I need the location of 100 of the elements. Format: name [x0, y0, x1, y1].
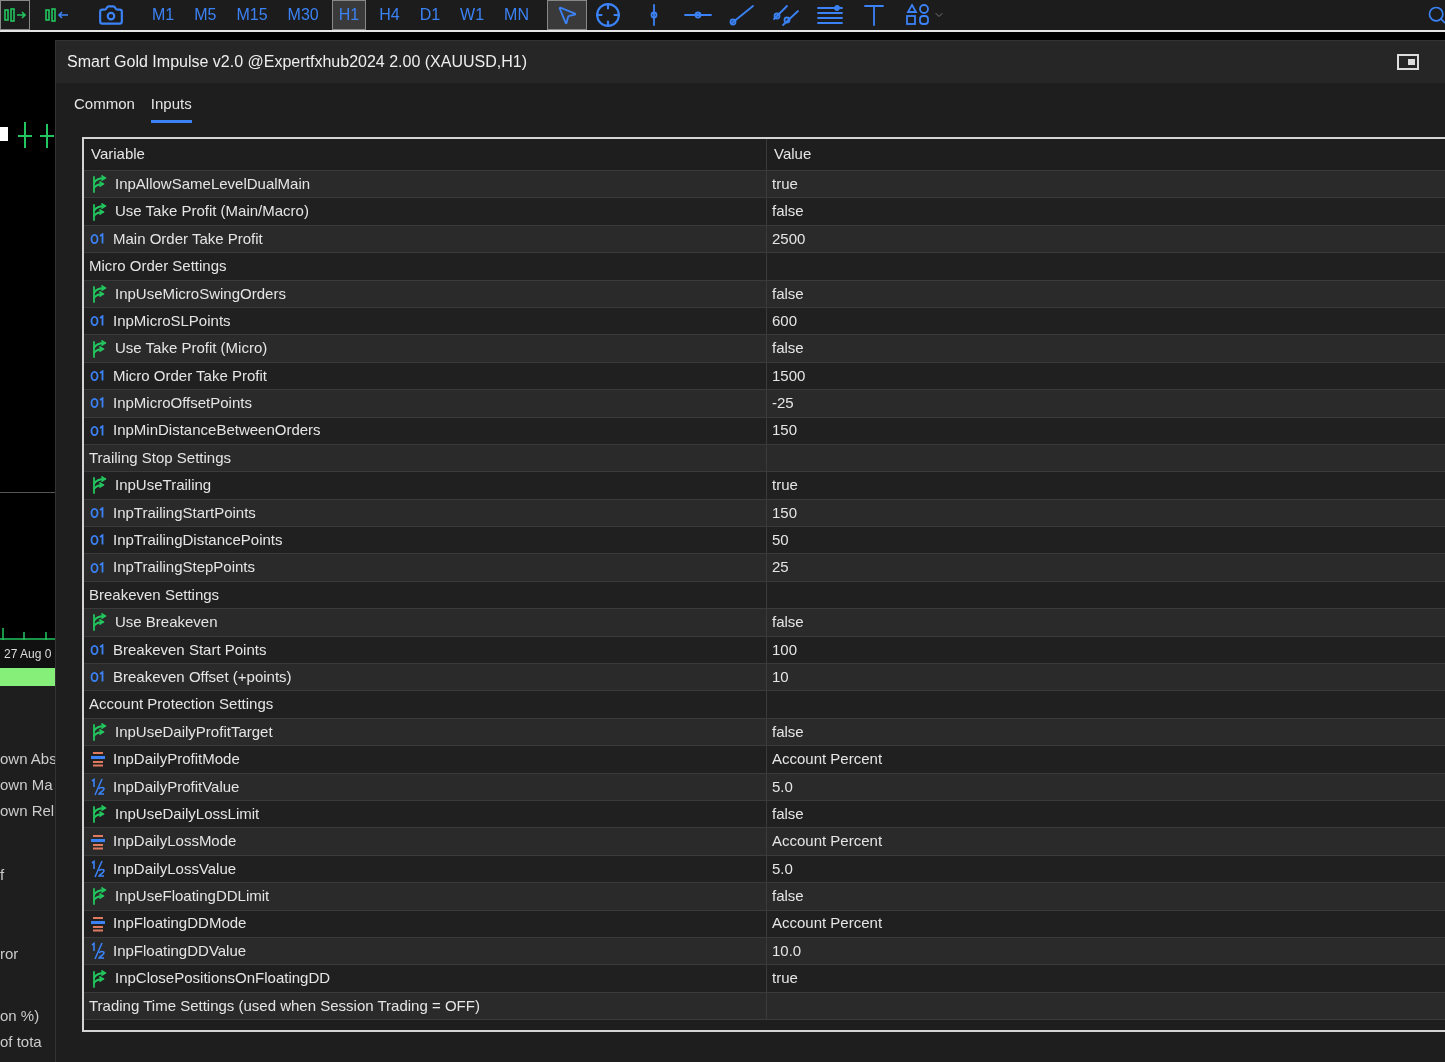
- integer-type-icon: [90, 424, 106, 437]
- column-header[interactable]: Value: [774, 143, 812, 166]
- group-heading: Trailing Stop Settings: [89, 447, 232, 468]
- value-cell[interactable]: false: [772, 611, 804, 634]
- value-cell[interactable]: 600: [772, 309, 798, 333]
- integer-type-icon: [90, 315, 106, 328]
- variable-cell-text: InpMicroSLPoints: [113, 310, 231, 331]
- timeframe-button[interactable]: MN: [497, 0, 536, 30]
- list-text: ror: [0, 943, 20, 964]
- camera-icon[interactable]: [98, 2, 124, 28]
- branch-arrow-icon: [90, 202, 108, 221]
- value-cell[interactable]: false: [772, 337, 804, 360]
- timeframe-button[interactable]: W1: [453, 0, 492, 30]
- integer-type-icon: [90, 643, 106, 656]
- value-cell[interactable]: false: [772, 282, 804, 305]
- list-text: on %): [0, 1005, 41, 1026]
- timeframe-button[interactable]: M5: [187, 0, 224, 30]
- integer-type-icon: [90, 671, 106, 684]
- variable-cell-text: InpUseDailyProfitTarget: [115, 721, 273, 742]
- variable-cell-text: InpClosePositionsOnFloatingDD: [115, 968, 331, 989]
- value-cell[interactable]: Account Percent: [772, 830, 883, 853]
- timeframe-button[interactable]: M15: [229, 0, 275, 30]
- fraction-type-icon: [90, 942, 106, 961]
- variable-cell-text: InpMinDistanceBetweenOrders: [113, 420, 321, 441]
- variable-cell-text: InpUseFloatingDDLimit: [115, 886, 270, 907]
- value-cell[interactable]: 150: [772, 501, 798, 525]
- variable-cell-text: InpDailyLossMode: [113, 831, 237, 852]
- integer-type-icon: [90, 561, 106, 574]
- value-cell[interactable]: 10: [772, 665, 789, 689]
- value-cell[interactable]: 150: [772, 419, 798, 442]
- variable-cell-text: InpFloatingDDValue: [113, 940, 247, 961]
- value-cell[interactable]: false: [772, 720, 804, 744]
- value-cell[interactable]: Account Percent: [772, 912, 883, 935]
- variable-cell-text: Use Breakeven: [115, 612, 218, 633]
- value-cell[interactable]: true: [772, 172, 798, 196]
- group-heading: Account Protection Settings: [89, 694, 274, 715]
- timeframe-button[interactable]: H4: [372, 0, 407, 30]
- timeframe-button[interactable]: D1: [412, 0, 448, 30]
- integer-type-icon: [90, 369, 106, 382]
- variable-cell-text: InpUseTrailing: [115, 475, 212, 496]
- list-text: own Ma: [0, 774, 54, 795]
- value-cell[interactable]: 10.0: [772, 939, 802, 963]
- variable-cell-text: InpDailyProfitMode: [113, 749, 240, 770]
- list-text: f: [0, 864, 6, 885]
- list-text: own Rel: [0, 800, 55, 821]
- variable-cell-text: InpUseDailyLossLimit: [115, 803, 260, 824]
- value-cell[interactable]: 1500: [772, 364, 806, 388]
- branch-arrow-icon: [90, 887, 108, 906]
- variable-cell-text: InpTrailingStepPoints: [113, 557, 256, 578]
- value-cell[interactable]: 100: [772, 638, 798, 662]
- chart-bars-icon[interactable]: [0, 0, 30, 30]
- branch-arrow-icon: [90, 969, 108, 988]
- variable-cell-text: Use Take Profit (Main/Macro): [115, 201, 309, 222]
- column-header[interactable]: Variable: [91, 143, 145, 166]
- branch-arrow-icon: [90, 284, 108, 303]
- window-title: Smart Gold Impulse v2.0 @Expertfxhub2024 2.00 (XAUUSD,H1): [67, 52, 527, 72]
- variable-cell-text: InpTrailingStartPoints: [113, 502, 256, 523]
- level-lines-icon[interactable]: [814, 3, 845, 27]
- integer-type-icon: [90, 534, 106, 547]
- window-restore-icon[interactable]: [1397, 54, 1419, 70]
- value-cell[interactable]: false: [772, 200, 804, 223]
- value-cell[interactable]: 50: [772, 529, 789, 552]
- tab[interactable]: Inputs: [150, 92, 192, 123]
- branch-arrow-icon: [90, 476, 108, 495]
- variable-cell-text: InpMicroOffsetPoints: [113, 393, 252, 414]
- value-cell[interactable]: Account Percent: [772, 748, 883, 771]
- timeframe-button[interactable]: M30: [280, 0, 326, 30]
- variable-cell-text: InpUseMicroSwingOrders: [115, 283, 286, 304]
- value-cell[interactable]: 2500: [772, 227, 806, 251]
- value-cell[interactable]: 5.0: [772, 857, 793, 881]
- value-cell[interactable]: false: [772, 802, 804, 826]
- list-text: of tota: [0, 1031, 43, 1052]
- highlight-band: [0, 668, 55, 686]
- variable-cell-text: Breakeven Start Points: [113, 639, 267, 660]
- fraction-type-icon: [90, 859, 106, 878]
- group-heading: Micro Order Settings: [89, 256, 227, 277]
- value-cell[interactable]: false: [772, 885, 804, 908]
- tab[interactable]: Common: [74, 92, 135, 123]
- variable-cell-text: InpFloatingDDMode: [113, 913, 247, 934]
- value-cell[interactable]: -25: [772, 392, 794, 415]
- value-cell[interactable]: true: [772, 474, 798, 497]
- integer-type-icon: [90, 397, 106, 410]
- variable-cell-text: InpDailyProfitValue: [113, 776, 240, 797]
- group-heading: Trading Time Settings (used when Session Trading = OFF): [89, 995, 480, 1016]
- value-cell[interactable]: 5.0: [772, 775, 793, 799]
- value-cell[interactable]: 25: [772, 556, 789, 579]
- branch-arrow-icon: [90, 805, 108, 824]
- search-icon[interactable]: [1427, 5, 1445, 25]
- channel-lines-icon[interactable]: [770, 3, 801, 27]
- enumeration-type-icon: [90, 751, 106, 768]
- branch-arrow-icon: [90, 175, 108, 194]
- value-cell[interactable]: true: [772, 967, 798, 990]
- timeframe-button[interactable]: M1: [145, 0, 182, 30]
- crosshair-icon[interactable]: [594, 2, 621, 28]
- variable-cell-text: Use Take Profit (Micro): [115, 338, 268, 359]
- axis-ticks-drawing: [0, 628, 55, 640]
- pointer-icon[interactable]: [546, 0, 587, 30]
- group-heading: Breakeven Settings: [89, 584, 220, 605]
- integer-type-icon: [90, 506, 106, 519]
- variable-cell-text: Breakeven Offset (+points): [113, 666, 292, 687]
